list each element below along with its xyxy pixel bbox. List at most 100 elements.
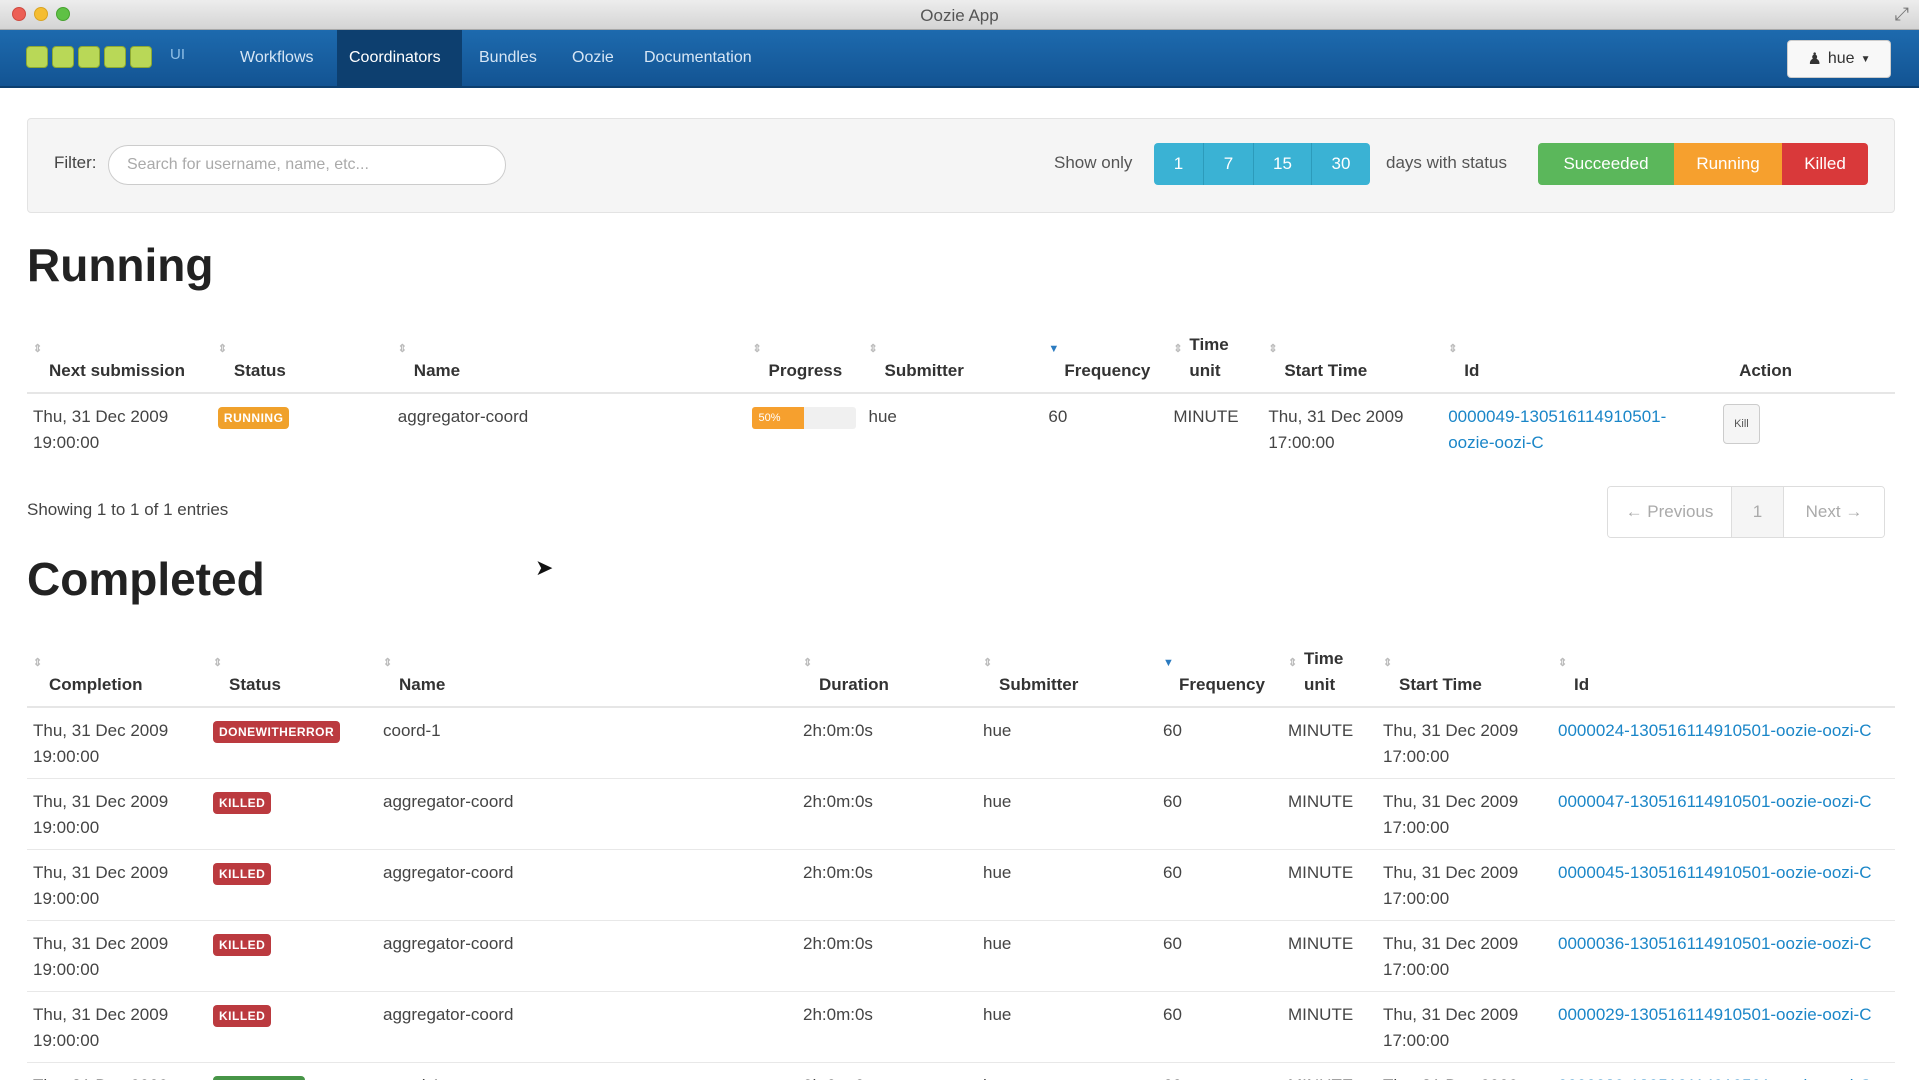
coordinator-id-link[interactable]: 0000047-130516114910501-oozie-oozi-C — [1558, 792, 1872, 811]
cell-time-unit: MINUTE — [1282, 991, 1377, 1063]
cell-submitter: hue — [862, 392, 1043, 464]
completed-header-row: ⇕ Completion ⇕ Status ⇕ Name ⇕ Duration ⇕ Sub… — [27, 646, 1895, 708]
fullscreen-icon[interactable]: ⤢ — [1895, 4, 1909, 25]
cell-completion: Thu, 31 Dec 2009 19:00:00 — [27, 849, 207, 921]
table-row[interactable]: Thu, 31 Dec 2009 19:00:00 KILLED aggregato… — [27, 778, 1895, 850]
nav-workflows[interactable]: Workflows — [228, 30, 326, 86]
nav-documentation[interactable]: Documentation — [632, 30, 764, 86]
cell-frequency: 60 — [1157, 991, 1282, 1063]
col-completion[interactable]: ⇕ Completion — [27, 646, 207, 708]
status-badge: KILLED — [213, 934, 272, 956]
col-start-time[interactable]: ⇕ Start Time — [1377, 646, 1552, 708]
status-badge: KILLED — [213, 792, 272, 814]
cell-name: aggregator-coord — [377, 920, 797, 992]
cell-submitter: hue — [977, 991, 1157, 1063]
logo-block-icon — [104, 46, 126, 68]
status-button-group: Succeeded Running Killed — [1538, 143, 1868, 185]
col-id[interactable]: ⇕ Id — [1552, 646, 1895, 708]
cell-start-time: Thu, 31 Dec 2009 17:00:00 — [1377, 1062, 1552, 1080]
coordinator-id-link[interactable]: 0000045-130516114910501-oozie-oozi-C — [1558, 863, 1872, 882]
search-input[interactable] — [108, 145, 506, 185]
table-row[interactable]: Thu, 31 Dec 2009 19:00:00 KILLED aggregato… — [27, 991, 1895, 1063]
col-progress[interactable]: ⇕ Progress — [746, 332, 863, 394]
sort-icon: ⇕ — [1448, 343, 1458, 355]
col-duration[interactable]: ⇕ Duration — [797, 646, 977, 708]
logo-block-icon — [78, 46, 100, 68]
logo-block-icon — [52, 46, 74, 68]
col-status[interactable]: ⇕ Status — [211, 332, 392, 394]
col-status[interactable]: ⇕ Status — [207, 646, 377, 708]
cell-start-time: Thu, 31 Dec 2009 17:00:00 — [1377, 778, 1552, 850]
coordinator-id-link[interactable]: 0000049-130516114910501-oozie-oozi-C — [1448, 407, 1666, 452]
days-15-button[interactable]: 15 — [1254, 143, 1312, 185]
filter-label: Filter: — [54, 153, 97, 172]
col-submitter[interactable]: ⇕ Submitter — [977, 646, 1157, 708]
table-row[interactable]: Thu, 31 Dec 2009 19:00:00 KILLED aggregato… — [27, 920, 1895, 992]
status-killed-button[interactable]: Killed — [1782, 143, 1868, 185]
table-row[interactable]: Thu, 31 Dec 2009 19:00:00 KILLED aggregato… — [27, 849, 1895, 921]
next-page-button[interactable]: Next → — [1784, 487, 1884, 537]
col-next-submission[interactable]: ⇕ Next submission — [27, 332, 212, 394]
previous-page-button[interactable]: ← Previous — [1608, 487, 1732, 537]
col-id[interactable]: ⇕ Id — [1442, 332, 1718, 394]
user-menu-button[interactable]: ♟ hue ▼ — [1787, 40, 1891, 78]
running-header-row: ⇕ Next submission ⇕ Status ⇕ Name ⇕ Progress… — [27, 332, 1895, 394]
coordinator-id-link[interactable]: 0000039-130516114910501-oozie-oozi-C — [1558, 1076, 1872, 1080]
days-1-button[interactable]: 1 — [1154, 143, 1204, 185]
completed-heading: Completed — [27, 553, 265, 605]
nav-coordinators[interactable]: Coordinators — [337, 30, 462, 86]
nav-oozie[interactable]: Oozie — [560, 30, 626, 86]
cell-completion: Thu, 31 Dec 2009 19:00:00 — [27, 706, 207, 779]
cell-submitter: hue — [977, 849, 1157, 921]
cell-name: aggregator-coord — [377, 778, 797, 850]
window-titlebar: Oozie App ⤢ — [0, 0, 1919, 30]
col-time-unit[interactable]: ⇕ Time unit — [1282, 646, 1377, 708]
sort-icon: ⇕ — [397, 343, 408, 355]
top-navbar: UI Workflows Coordinators Bundles Oozie … — [0, 30, 1919, 88]
cell-duration: 2h:0m:0s — [797, 1062, 977, 1080]
cell-completion: Thu, 31 Dec 2009 19:00:00 — [27, 778, 207, 850]
col-time-unit[interactable]: ⇕ Time unit — [1167, 332, 1263, 394]
completed-table: ⇕ Completion ⇕ Status ⇕ Name ⇕ Duration ⇕ Sub… — [27, 646, 1895, 1080]
logo-block-icon — [26, 46, 48, 68]
pagination: ← Previous 1 Next → — [1607, 486, 1885, 538]
status-badge: KILLED — [213, 1005, 272, 1027]
col-frequency[interactable]: ▼ Frequency — [1042, 332, 1168, 394]
col-frequency[interactable]: ▼ Frequency — [1157, 646, 1282, 708]
cell-start-time: Thu, 31 Dec 2009 17:00:00 — [1377, 849, 1552, 921]
table-row[interactable]: Thu, 31 Dec 2009 19:00:00 DONEWITHERROR co… — [27, 706, 1895, 779]
cell-start-time: Thu, 31 Dec 2009 17:00:00 — [1262, 392, 1443, 464]
caret-down-icon: ▼ — [1860, 53, 1871, 65]
status-badge: RUNNING — [217, 407, 290, 429]
logo-text: UI — [170, 46, 185, 63]
cell-name: aggregator-coord — [377, 991, 797, 1063]
nav-bundles[interactable]: Bundles — [467, 30, 549, 86]
window-title: Oozie App — [920, 6, 999, 25]
col-name[interactable]: ⇕ Name — [377, 646, 797, 708]
kill-button[interactable]: Kill — [1723, 404, 1760, 444]
logo-block-icon — [130, 46, 152, 68]
col-start-time[interactable]: ⇕ Start Time — [1262, 332, 1443, 394]
days-7-button[interactable]: 7 — [1204, 143, 1254, 185]
table-row[interactable]: Thu, 31 Dec 2009 19:00:00 SUCCEEDED coord-… — [27, 1062, 1895, 1080]
coordinator-id-link[interactable]: 0000029-130516114910501-oozie-oozi-C — [1558, 1005, 1872, 1024]
cell-time-unit: MINUTE — [1282, 849, 1377, 921]
col-name[interactable]: ⇕ Name — [391, 332, 747, 394]
col-submitter[interactable]: ⇕ Submitter — [862, 332, 1043, 394]
cell-time-unit: MINUTE — [1167, 392, 1263, 464]
days-30-button[interactable]: 30 — [1312, 143, 1370, 185]
sort-icon: ⇕ — [1288, 657, 1298, 669]
table-row[interactable]: Thu, 31 Dec 2009 19:00:00 RUNNING aggreg… — [27, 392, 1895, 464]
sort-icon: ⇕ — [213, 657, 223, 669]
status-succeeded-button[interactable]: Succeeded — [1538, 143, 1674, 185]
status-running-button[interactable]: Running — [1674, 143, 1782, 185]
page-1-button[interactable]: 1 — [1732, 487, 1784, 537]
days-with-status-label: days with status — [1386, 153, 1507, 172]
coordinator-id-link[interactable]: 0000024-130516114910501-oozie-oozi-C — [1558, 721, 1872, 740]
cell-frequency: 60 — [1157, 849, 1282, 921]
cell-name: coord-1 — [377, 1062, 797, 1080]
progress-bar: 50% — [752, 406, 857, 429]
oozie-logo[interactable]: UI — [26, 46, 185, 68]
progress-fill: 50% — [752, 406, 805, 429]
coordinator-id-link[interactable]: 0000036-130516114910501-oozie-oozi-C — [1558, 934, 1872, 953]
